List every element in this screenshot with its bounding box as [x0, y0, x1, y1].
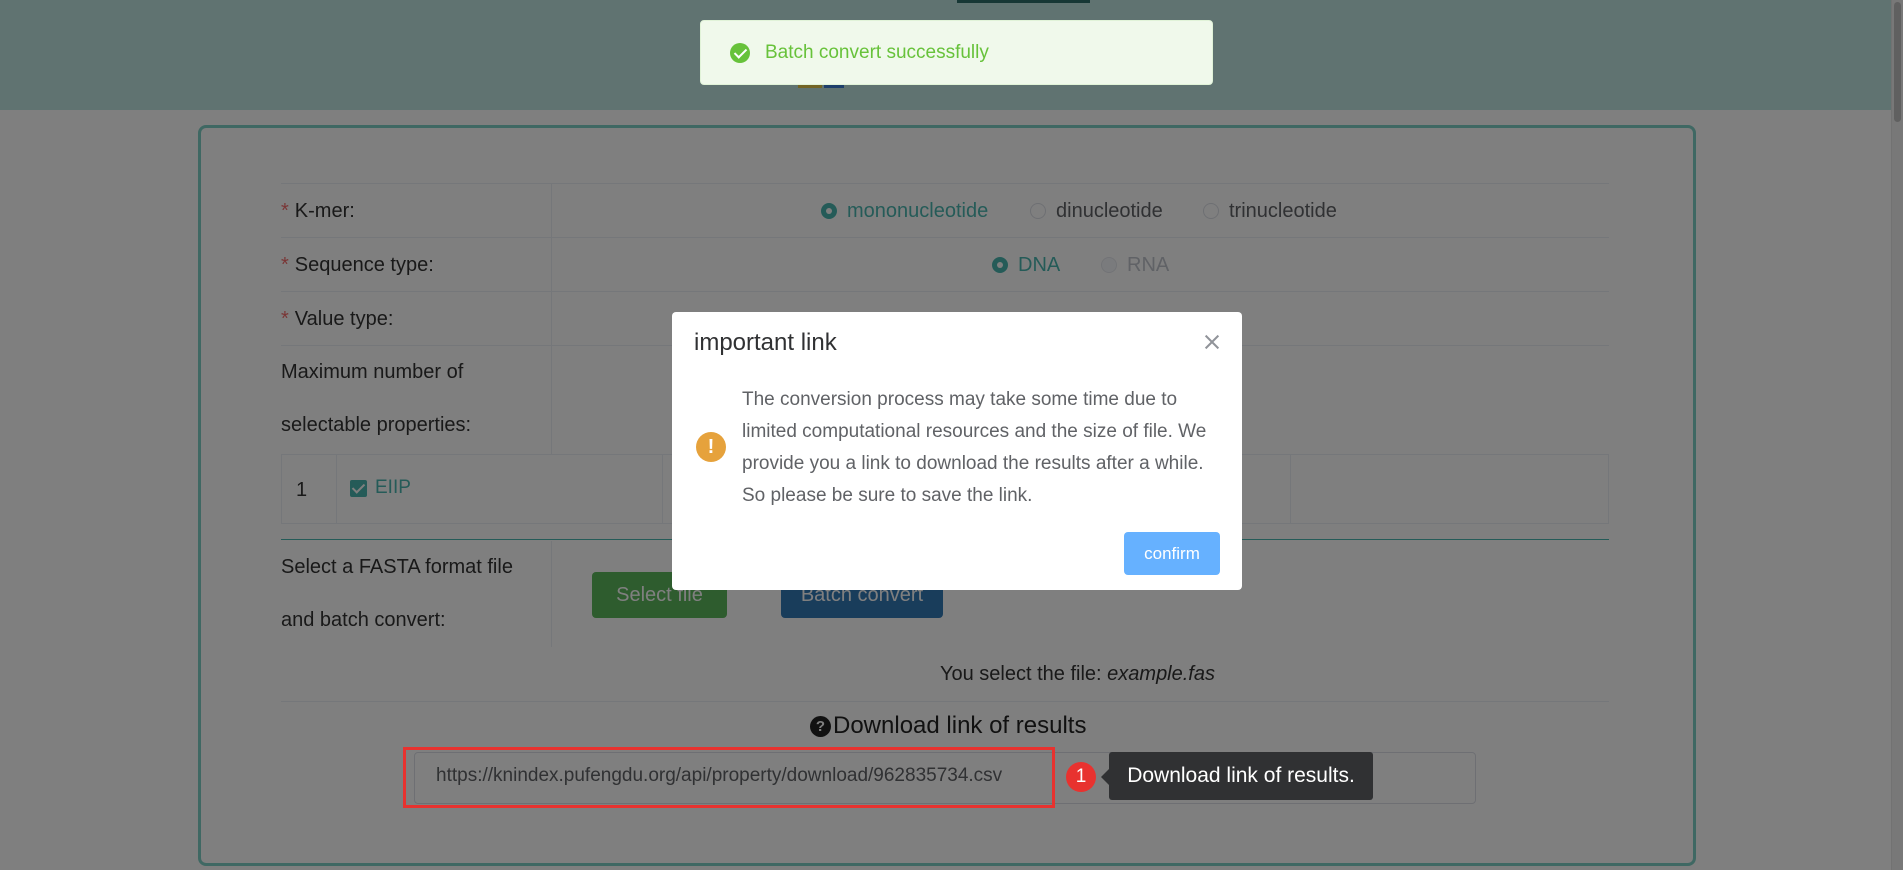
- dialog-title: important link: [694, 329, 837, 356]
- toast-message: Batch convert successfully: [765, 41, 989, 63]
- success-toast: Batch convert successfully: [700, 20, 1213, 85]
- tour-highlight-box: [403, 747, 1055, 808]
- warning-icon: !: [696, 432, 726, 462]
- confirm-button[interactable]: confirm: [1124, 532, 1220, 575]
- close-icon[interactable]: [1202, 332, 1222, 352]
- dialog-message: The conversion process may take some tim…: [742, 389, 1207, 506]
- tour-tooltip: Download link of results.: [1101, 752, 1373, 800]
- important-link-dialog: important link ! The conversion process …: [672, 312, 1242, 590]
- tour-step-badge: 1: [1066, 762, 1096, 792]
- check-circle-icon: [730, 42, 750, 63]
